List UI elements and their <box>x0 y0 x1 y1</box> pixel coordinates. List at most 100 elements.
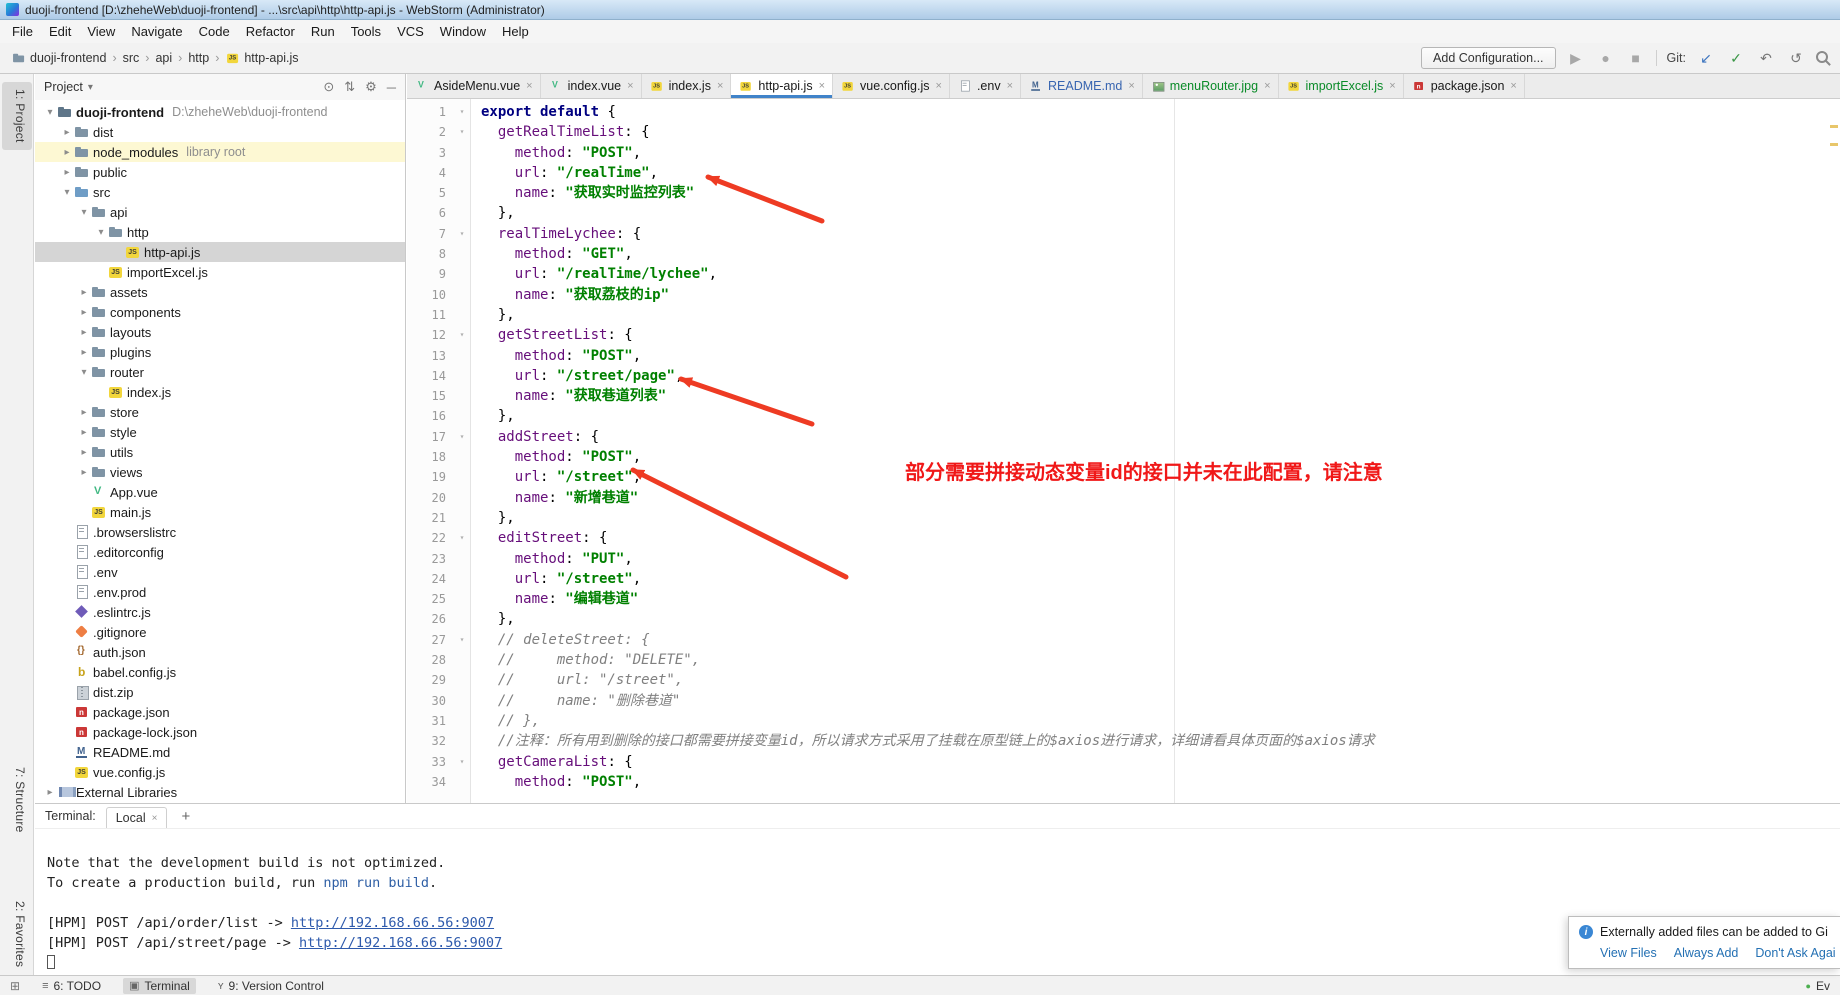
tab-env[interactable]: .env× <box>950 74 1021 98</box>
gear-icon[interactable]: ⚙ <box>365 79 377 95</box>
statusbar-item-9-version-control[interactable]: ʏ9: Version Control <box>212 978 330 994</box>
menu-item-window[interactable]: Window <box>433 22 493 41</box>
tree-item-importexcel-js[interactable]: importExcel.js <box>35 262 405 282</box>
tab-index-vue[interactable]: index.vue× <box>541 74 642 98</box>
chevron-right-icon[interactable]: ▸ <box>77 287 91 298</box>
menu-item-refactor[interactable]: Refactor <box>239 22 302 41</box>
tool-window-switcher-icon[interactable]: ⊞ <box>10 979 20 993</box>
editor-body[interactable]: 1▾export default {2▾ getRealTimeList: {3… <box>407 99 1840 803</box>
run-icon[interactable]: ▶ <box>1566 50 1586 67</box>
tree-item-app-vue[interactable]: App.vue <box>35 482 405 502</box>
stop-icon[interactable]: ■ <box>1626 50 1646 66</box>
tree-item-public[interactable]: ▸public <box>35 162 405 182</box>
terminal-tab-local[interactable]: Local × <box>106 807 168 828</box>
tree-item-eslintrc-js[interactable]: .eslintrc.js <box>35 602 405 622</box>
close-icon[interactable]: × <box>152 813 158 824</box>
close-icon[interactable]: × <box>819 80 825 92</box>
tree-item-http[interactable]: ▾http <box>35 222 405 242</box>
tab-vue-config-js[interactable]: vue.config.js× <box>833 74 950 98</box>
editor-scrollbar[interactable] <box>1828 99 1840 803</box>
chevron-right-icon[interactable]: ▸ <box>77 407 91 418</box>
tree-item-style[interactable]: ▸style <box>35 422 405 442</box>
tree-item-dist[interactable]: ▸dist <box>35 122 405 142</box>
menu-item-navigate[interactable]: Navigate <box>124 22 189 41</box>
notification-action-don-t-ask-agai[interactable]: Don't Ask Agai <box>1755 946 1835 960</box>
chevron-down-icon[interactable]: ▾ <box>60 187 74 198</box>
tree-item-external-libraries[interactable]: ▸External Libraries <box>35 782 405 802</box>
breadcrumb-item-http-api-js[interactable]: http-api.js <box>222 48 301 68</box>
chevron-right-icon[interactable]: ▸ <box>77 347 91 358</box>
tree-item-duoji-frontend[interactable]: ▾duoji-frontendD:\zheheWeb\duoji-fronten… <box>35 102 405 122</box>
breadcrumb-item-duoji-frontend[interactable]: duoji-frontend <box>8 48 109 68</box>
tool-button-project[interactable]: 1: Project <box>2 82 32 150</box>
chevron-right-icon[interactable]: ▸ <box>77 307 91 318</box>
tree-item-editorconfig[interactable]: .editorconfig <box>35 542 405 562</box>
close-icon[interactable]: × <box>1264 80 1270 92</box>
close-icon[interactable]: × <box>1128 80 1134 92</box>
fold-icon[interactable]: ▾ <box>453 427 471 447</box>
locate-icon[interactable]: ⊙ <box>323 79 334 95</box>
tab-readme-md[interactable]: README.md× <box>1021 74 1143 98</box>
statusbar-item-6-todo[interactable]: ≡6: TODO <box>36 978 107 994</box>
menu-item-file[interactable]: File <box>5 22 40 41</box>
tree-item-plugins[interactable]: ▸plugins <box>35 342 405 362</box>
close-icon[interactable]: × <box>1389 80 1395 92</box>
menu-item-view[interactable]: View <box>80 22 122 41</box>
tree-item-store[interactable]: ▸store <box>35 402 405 422</box>
tree-item-api[interactable]: ▾api <box>35 202 405 222</box>
tab-http-api-js[interactable]: http-api.js× <box>731 74 833 98</box>
fold-icon[interactable]: ▾ <box>453 122 471 142</box>
breadcrumb-item-http[interactable]: http <box>185 49 212 67</box>
close-icon[interactable]: × <box>1510 80 1516 92</box>
terminal-link[interactable]: http://192.168.66.56:9007 <box>299 935 502 951</box>
tree-item-index-js[interactable]: index.js <box>35 382 405 402</box>
tree-item-http-api-js[interactable]: http-api.js <box>35 242 405 262</box>
tree-item-readme-md[interactable]: README.md <box>35 742 405 762</box>
hide-panel-icon[interactable]: ─ <box>387 80 396 95</box>
menu-item-vcs[interactable]: VCS <box>390 22 431 41</box>
tab-importexcel-js[interactable]: importExcel.js× <box>1279 74 1404 98</box>
fold-icon[interactable]: ▾ <box>453 224 471 244</box>
tree-item-gitignore[interactable]: .gitignore <box>35 622 405 642</box>
tree-item-src[interactable]: ▾src <box>35 182 405 202</box>
close-icon[interactable]: × <box>1007 80 1013 92</box>
fold-icon[interactable]: ▾ <box>453 325 471 345</box>
close-icon[interactable]: × <box>936 80 942 92</box>
chevron-right-icon[interactable]: ▸ <box>60 127 74 138</box>
tree-item-main-js[interactable]: main.js <box>35 502 405 522</box>
tree-item-package-json[interactable]: package.json <box>35 702 405 722</box>
close-icon[interactable]: × <box>717 80 723 92</box>
notification-action-view-files[interactable]: View Files <box>1600 946 1657 960</box>
add-configuration-button[interactable]: Add Configuration... <box>1421 47 1556 69</box>
chevron-right-icon[interactable]: ▸ <box>77 327 91 338</box>
tree-item-views[interactable]: ▸views <box>35 462 405 482</box>
fold-icon[interactable]: ▾ <box>453 102 471 122</box>
history-icon[interactable]: ↺ <box>1786 50 1806 67</box>
tree-item-browserslistrc[interactable]: .browserslistrc <box>35 522 405 542</box>
tree-item-vue-config-js[interactable]: vue.config.js <box>35 762 405 782</box>
chevron-right-icon[interactable]: ▸ <box>43 787 57 798</box>
menu-item-tools[interactable]: Tools <box>344 22 388 41</box>
new-terminal-session-button[interactable]: + <box>177 808 194 825</box>
event-log-button[interactable]: ● Ev <box>1806 979 1830 993</box>
chevron-down-icon[interactable]: ▾ <box>43 107 57 118</box>
tree-item-dist-zip[interactable]: dist.zip <box>35 682 405 702</box>
breadcrumb-item-api[interactable]: api <box>152 49 175 67</box>
chevron-down-icon[interactable]: ▾ <box>77 207 91 218</box>
chevron-down-icon[interactable]: ▾ <box>77 367 91 378</box>
project-view-dropdown[interactable]: Project ▾ <box>44 80 93 94</box>
tool-button-favorites[interactable]: 2: Favorites <box>2 894 32 974</box>
tree-item-package-lock-json[interactable]: package-lock.json <box>35 722 405 742</box>
tree-item-components[interactable]: ▸components <box>35 302 405 322</box>
fold-icon[interactable]: ▾ <box>453 752 471 772</box>
chevron-right-icon[interactable]: ▸ <box>60 167 74 178</box>
tree-item-node-modules[interactable]: ▸node_moduleslibrary root <box>35 142 405 162</box>
fold-icon[interactable]: ▾ <box>453 528 471 548</box>
tab-package-json[interactable]: package.json× <box>1404 74 1525 98</box>
tool-button-structure[interactable]: 7: Structure <box>2 760 32 840</box>
tab-menurouter-jpg[interactable]: menuRouter.jpg× <box>1143 74 1279 98</box>
chevron-right-icon[interactable]: ▸ <box>77 427 91 438</box>
tree-item-utils[interactable]: ▸utils <box>35 442 405 462</box>
close-icon[interactable]: × <box>627 80 633 92</box>
tree-item-auth-json[interactable]: auth.json <box>35 642 405 662</box>
